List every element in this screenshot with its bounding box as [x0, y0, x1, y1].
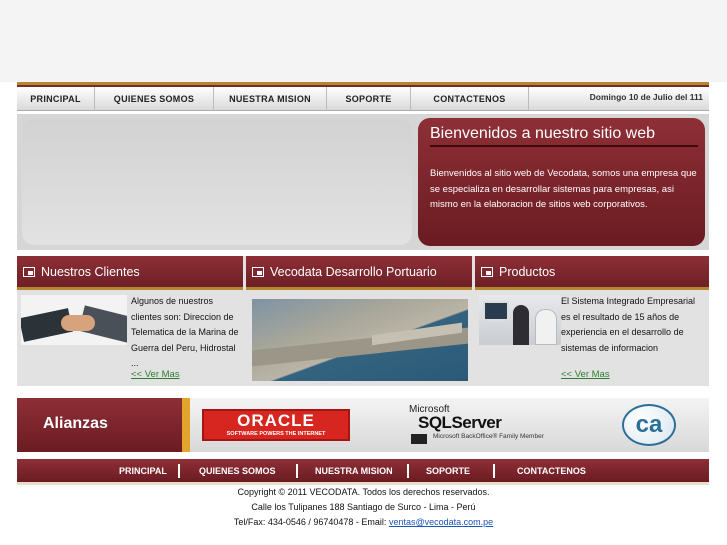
- sql-server-logo[interactable]: Microsoft SQLServer Microsoft BackOffice…: [409, 404, 577, 448]
- products-title: Productos: [499, 264, 556, 279]
- alliances-label: Alianzas: [17, 398, 182, 452]
- products-ver-mas-link[interactable]: << Ver Mas: [561, 369, 610, 380]
- footer-separator: [178, 464, 180, 478]
- clients-text: Algunos de nuestros clientes son: Direcc…: [131, 296, 239, 368]
- copyright-text: Copyright © 2011 VECODATA. Todos los der…: [237, 487, 490, 497]
- port-title: Vecodata Desarrollo Portuario: [270, 264, 437, 279]
- address-text: Calle los Tulipanes 188 Santiago de Surc…: [251, 502, 476, 512]
- products-text: El Sistema Integrado Empresarial es el r…: [561, 296, 696, 353]
- window-icon: [252, 266, 264, 277]
- footer-nav-nuestra-mision[interactable]: NUESTRA MISION: [315, 459, 393, 482]
- products-panel: El Sistema Integrado Empresarial es el r…: [475, 294, 709, 386]
- welcome-text: Bienvenidos al sitio web de Vecodata, so…: [430, 168, 697, 210]
- oracle-tagline: SOFTWARE POWERS THE INTERNET: [226, 431, 326, 437]
- email-link[interactable]: ventas@vecodata.com.pe: [389, 517, 493, 527]
- port-panel: [246, 294, 472, 386]
- footer-nav: PRINCIPAL QUIENES SOMOS NUESTRA MISION S…: [17, 459, 709, 485]
- window-icon: [23, 266, 35, 277]
- hero-image: [22, 119, 412, 245]
- footer-separator: [296, 464, 298, 478]
- nav-nuestra-mision[interactable]: NUESTRA MISION: [214, 87, 327, 111]
- footer-nav-soporte[interactable]: SOPORTE: [426, 459, 470, 482]
- port-aerial-image: [252, 299, 468, 381]
- handshake-image: [21, 295, 127, 345]
- main-nav: PRINCIPAL QUIENES SOMOS NUESTRA MISION S…: [17, 87, 709, 111]
- oracle-wordmark: ORACLE: [237, 411, 315, 430]
- clients-ver-mas-link[interactable]: << Ver Mas: [131, 369, 180, 380]
- top-band: [0, 0, 727, 82]
- sql-wordmark: SQLServer: [418, 413, 502, 432]
- footer-nav-principal[interactable]: PRINCIPAL: [119, 459, 167, 482]
- oracle-logo[interactable]: ORACLE SOFTWARE POWERS THE INTERNET: [202, 409, 350, 441]
- contact-line: Tel/Fax: 434-0546 / 96740478 - Email: ve…: [0, 517, 727, 527]
- welcome-title: Bienvenidos a nuestro sitio web: [430, 124, 698, 147]
- alliances-bar: Alianzas ORACLE SOFTWARE POWERS THE INTE…: [17, 398, 709, 452]
- nav-soporte[interactable]: SOPORTE: [327, 87, 411, 111]
- office-image: [479, 295, 561, 345]
- alliances-accent: [182, 398, 190, 452]
- clients-title: Nuestros Clientes: [41, 264, 140, 279]
- sections-row: Nuestros Clientes Vecodata Desarrollo Po…: [17, 256, 709, 386]
- footer-nav-quienes-somos[interactable]: QUIENES SOMOS: [199, 459, 276, 482]
- window-icon: [481, 266, 493, 277]
- ca-logo[interactable]: ca: [622, 404, 676, 446]
- footer-separator: [407, 464, 409, 478]
- backoffice-icon: [411, 434, 427, 444]
- nav-quienes-somos[interactable]: QUIENES SOMOS: [95, 87, 214, 111]
- port-header: Vecodata Desarrollo Portuario: [246, 256, 472, 290]
- nav-principal[interactable]: PRINCIPAL: [17, 87, 95, 111]
- footer-nav-contactenos[interactable]: CONTACTENOS: [517, 459, 586, 482]
- footer-separator: [493, 464, 495, 478]
- sql-subtitle: Microsoft BackOffice® Family Member: [433, 433, 544, 440]
- welcome-box: Bienvenidos a nuestro sitio web Bienveni…: [418, 118, 705, 246]
- contact-phone: Tel/Fax: 434-0546 / 96740478 - Email:: [233, 517, 387, 527]
- hero-banner: Bienvenidos a nuestro sitio web Bienveni…: [17, 114, 709, 250]
- clients-panel: Algunos de nuestros clientes son: Direcc…: [17, 294, 243, 386]
- clients-header: Nuestros Clientes: [17, 256, 243, 290]
- nav-contactenos[interactable]: CONTACTENOS: [411, 87, 529, 111]
- current-date: Domingo 10 de Julio del 111: [589, 92, 703, 102]
- products-header: Productos: [475, 256, 709, 290]
